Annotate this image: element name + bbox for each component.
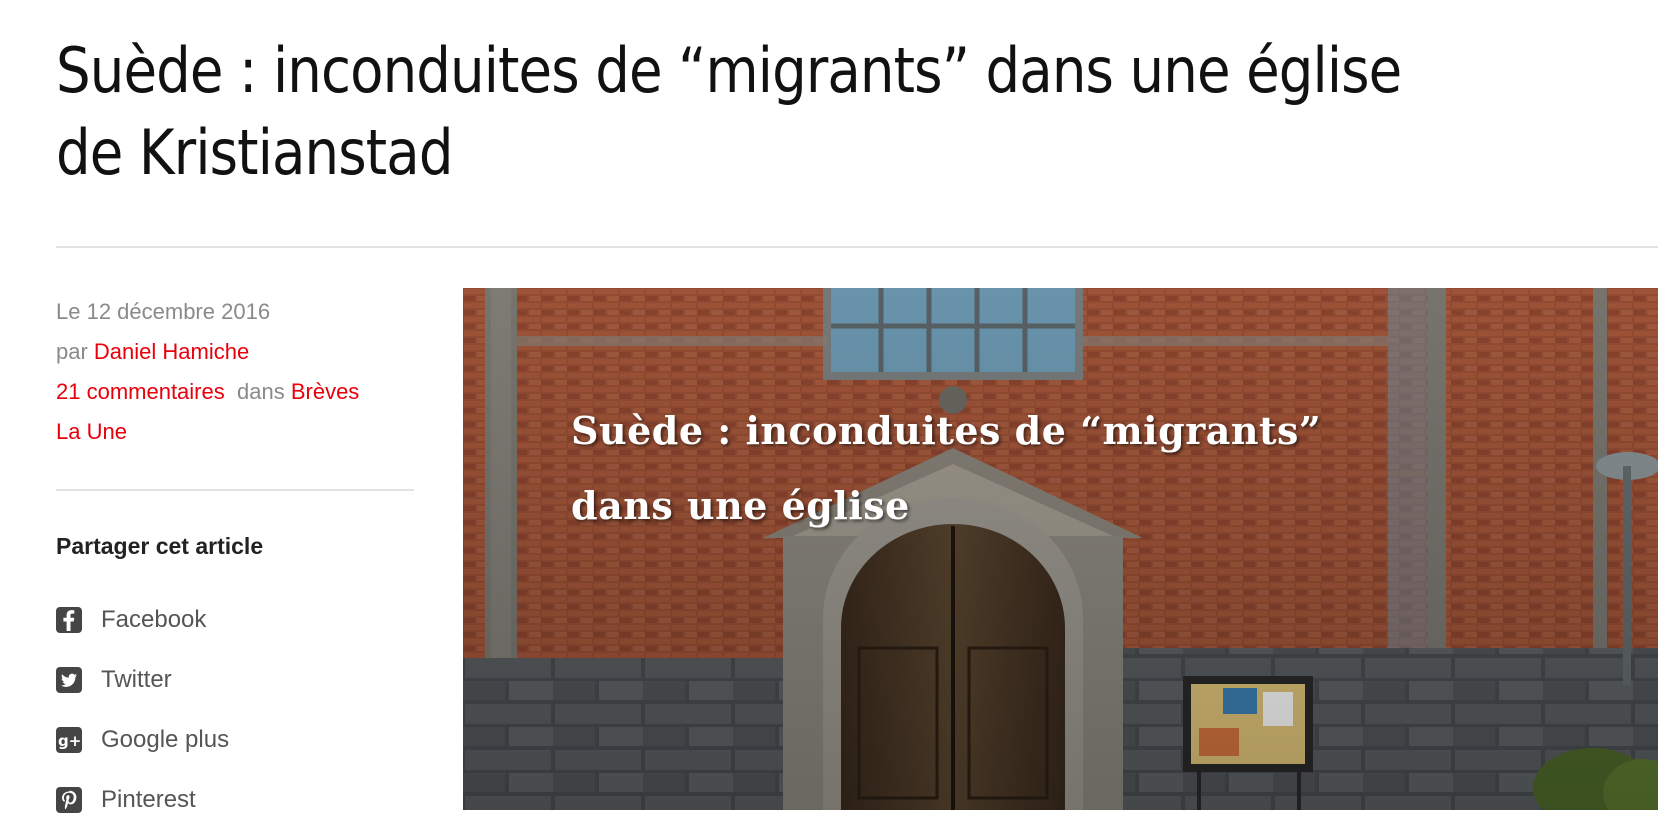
twitter-icon (56, 667, 82, 693)
share-heading: Partager cet article (56, 533, 264, 559)
church-facade-picture (463, 288, 1658, 810)
svg-text:g+: g+ (58, 732, 81, 750)
share-pinterest[interactable]: Pinterest (56, 770, 229, 830)
facebook-icon (56, 607, 82, 633)
share-twitter-label: Twitter (101, 666, 172, 693)
share-list: Facebook Twitter g+ Google plus Pinteres… (56, 590, 229, 830)
share-twitter[interactable]: Twitter (56, 650, 229, 710)
in-prefix: dans (236, 379, 285, 404)
meta-divider (56, 489, 414, 491)
author-line: par Daniel Hamiche (56, 332, 416, 372)
share-facebook[interactable]: Facebook (56, 590, 229, 650)
comments-link[interactable]: 21 commentaires (56, 379, 225, 404)
pinterest-icon (56, 787, 82, 813)
category-link-breves[interactable]: Brèves (291, 379, 359, 404)
share-facebook-label: Facebook (101, 606, 207, 633)
article-date: Le 12 décembre 2016 (56, 299, 271, 324)
by-prefix: par (56, 339, 88, 364)
article-meta: Le 12 décembre 2016 par Daniel Hamiche 2… (56, 292, 416, 452)
share-google-plus-label: Google plus (101, 726, 230, 753)
featured-image[interactable]: Suède : inconduites de “migrants” dans u… (463, 288, 1658, 810)
google-plus-icon: g+ (56, 727, 82, 753)
category-line: La Une (56, 412, 416, 452)
share-google-plus[interactable]: g+ Google plus (56, 710, 229, 770)
page-title: Suède : inconduites de “migrants” dans u… (56, 34, 1402, 189)
author-link[interactable]: Daniel Hamiche (94, 339, 249, 364)
featured-overlay-line-1: Suède : inconduites de “migrants” (571, 408, 1322, 453)
title-divider (56, 246, 1658, 248)
comments-line: 21 commentaires dans Brèves (56, 372, 416, 412)
category-link-la-une[interactable]: La Une (56, 419, 127, 444)
featured-overlay-line-2: dans une église (571, 483, 910, 528)
